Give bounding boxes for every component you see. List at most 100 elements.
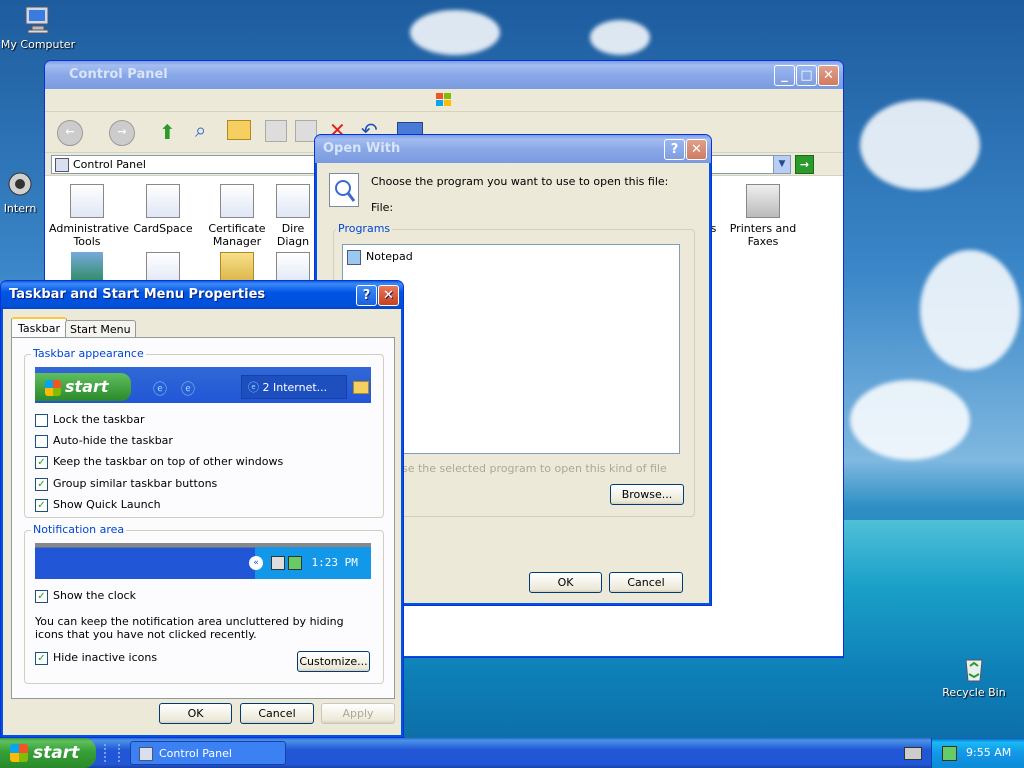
cloud (410, 10, 500, 55)
keyboard-icon[interactable] (904, 747, 922, 760)
computer-icon (22, 4, 54, 36)
quick-launch-checkbox[interactable]: ✓ Show Quick Launch (35, 498, 161, 514)
system-tray: 9:55 AM (931, 738, 1024, 768)
chevron-down-icon[interactable]: ▼ (773, 156, 790, 173)
start-button[interactable]: start (0, 738, 96, 768)
control-panel-icon (139, 747, 153, 761)
option-label: Group similar taskbar buttons (53, 477, 218, 490)
desktop-icon-recycle-bin[interactable]: Recycle Bin (936, 652, 1012, 699)
cancel-button[interactable]: Cancel (240, 703, 314, 724)
keep-on-top-checkbox[interactable]: ✓ Keep the taskbar on top of other window… (35, 455, 283, 471)
taskbar: start Control Panel 9:55 AM (0, 738, 1024, 768)
checkbox (35, 434, 48, 448)
desktop-icon-internet[interactable]: Intern (0, 168, 40, 215)
close-button[interactable]: ✕ (378, 285, 399, 306)
file-label: File: (371, 201, 394, 214)
desktop-icon-my-computer[interactable]: My Computer (0, 4, 76, 51)
cloud (850, 380, 970, 460)
task-label: Control Panel (159, 747, 232, 760)
show-clock-checkbox[interactable]: ✓ Show the clock (35, 589, 136, 605)
administrative-tools-icon (70, 184, 104, 218)
checkbox: ✓ (35, 651, 48, 665)
option-label: Hide inactive icons (53, 651, 158, 664)
cp-item-label: Dire Diagn (276, 222, 310, 248)
tab-start-menu[interactable]: Start Menu (65, 320, 136, 338)
control-panel-titlebar[interactable]: Control Panel _ □ ✕ (45, 61, 843, 89)
taskbar-preview: start ⓔ ⓔ ⓔ 2 Internet... (35, 367, 371, 403)
preview-tray: « 1:23 PM (249, 547, 371, 579)
desktop-icon-label: Intern (3, 202, 37, 215)
open-with-icon (329, 173, 359, 207)
folders-icon[interactable] (227, 120, 251, 140)
help-button[interactable]: ? (664, 139, 685, 160)
cardspace-icon (146, 184, 180, 218)
option-label: Auto-hide the taskbar (53, 434, 173, 447)
printer-icon (746, 184, 780, 218)
forward-icon[interactable]: → (109, 120, 135, 146)
notepad-icon (347, 249, 361, 265)
cp-item-printers-and-faxes[interactable]: Printers and Faxes (725, 184, 801, 248)
notification-description: You can keep the notification area unclu… (35, 615, 344, 641)
maximize-button[interactable]: □ (796, 65, 817, 86)
browse-button[interactable]: Browse... (610, 484, 684, 505)
taskbar-properties-titlebar[interactable]: Taskbar and Start Menu Properties ? ✕ (1, 281, 403, 309)
quick-launch-grip[interactable] (104, 744, 110, 762)
option-label: Keep the taskbar on top of other windows (53, 455, 284, 468)
sync-tray-icon (288, 556, 302, 570)
search-icon[interactable]: ⌕ (195, 118, 206, 142)
ok-button[interactable]: OK (529, 572, 602, 593)
group-similar-checkbox[interactable]: ✓ Group similar taskbar buttons (35, 477, 217, 493)
dialog-title: Open With (323, 141, 401, 156)
desktop-icon-label: My Computer (0, 38, 76, 51)
group-title: Notification area (31, 523, 127, 536)
open-with-titlebar[interactable]: Open With ? ✕ (315, 135, 711, 163)
network-tray-icon[interactable] (942, 746, 957, 761)
taskbar-item-control-panel[interactable]: Control Panel (130, 741, 286, 765)
close-button[interactable]: ✕ (818, 65, 839, 86)
up-folder-icon[interactable]: ⬆ (159, 120, 176, 144)
apply-button[interactable]: Apply (321, 703, 395, 724)
ie-quicklaunch-icon: ⓔ (181, 382, 195, 398)
cp-item-cardspace[interactable]: CardSpace (125, 184, 201, 235)
back-icon[interactable]: ← (57, 120, 83, 146)
cp-item-label: Administrative Tools (49, 222, 130, 248)
recycle-bin-icon (958, 652, 990, 684)
tab-taskbar[interactable]: Taskbar (11, 317, 67, 339)
move-to-icon[interactable] (265, 120, 287, 142)
lock-taskbar-checkbox[interactable]: Lock the taskbar (35, 413, 145, 429)
task-grip[interactable] (118, 744, 124, 762)
checkbox: ✓ (35, 455, 48, 469)
program-item-notepad[interactable]: Notepad (347, 249, 413, 265)
hide-inactive-checkbox[interactable]: ✓ Hide inactive icons (35, 651, 157, 667)
clock[interactable]: 9:55 AM (966, 738, 1011, 768)
windows-logo-icon (45, 379, 61, 396)
cp-item-directx-diagnostic[interactable]: Dire Diagn (273, 184, 313, 248)
cp-item-certificate-manager[interactable]: Certificate Manager (199, 184, 275, 248)
option-label: Show Quick Launch (53, 498, 161, 511)
ie-quicklaunch-icon: ⓔ (153, 382, 167, 398)
notification-area-group: Notification area « 1:23 PM ✓ Show the cl… (24, 523, 384, 684)
help-button[interactable]: ? (356, 285, 377, 306)
close-button[interactable]: ✕ (686, 139, 707, 160)
internet-explorer-icon (4, 168, 36, 200)
cp-item-label: Printers and Faxes (729, 222, 797, 248)
cancel-button[interactable]: Cancel (609, 572, 683, 593)
program-label: Notepad (366, 250, 413, 263)
preview-task-label: 2 Internet... (262, 381, 328, 394)
group-title: Taskbar appearance (31, 347, 146, 360)
option-label: Show the clock (53, 589, 136, 602)
go-button[interactable]: → (795, 155, 814, 174)
preview-start-label: start (65, 377, 109, 396)
window-title: Control Panel (69, 67, 168, 82)
open-with-prompt: Choose the program you want to use to op… (371, 175, 669, 188)
notification-preview: « 1:23 PM (35, 543, 371, 579)
ie-icon: ⓔ (248, 381, 263, 394)
preview-time: 1:23 PM (311, 556, 358, 569)
tab-panel: Taskbar appearance start ⓔ ⓔ ⓔ 2 Interne… (11, 337, 395, 699)
cp-item-administrative-tools[interactable]: Administrative Tools (49, 184, 129, 248)
customize-button[interactable]: Customize... (297, 651, 370, 672)
certificate-manager-icon (220, 184, 254, 218)
ok-button[interactable]: OK (159, 703, 232, 724)
auto-hide-checkbox[interactable]: Auto-hide the taskbar (35, 434, 173, 450)
minimize-button[interactable]: _ (774, 65, 795, 86)
